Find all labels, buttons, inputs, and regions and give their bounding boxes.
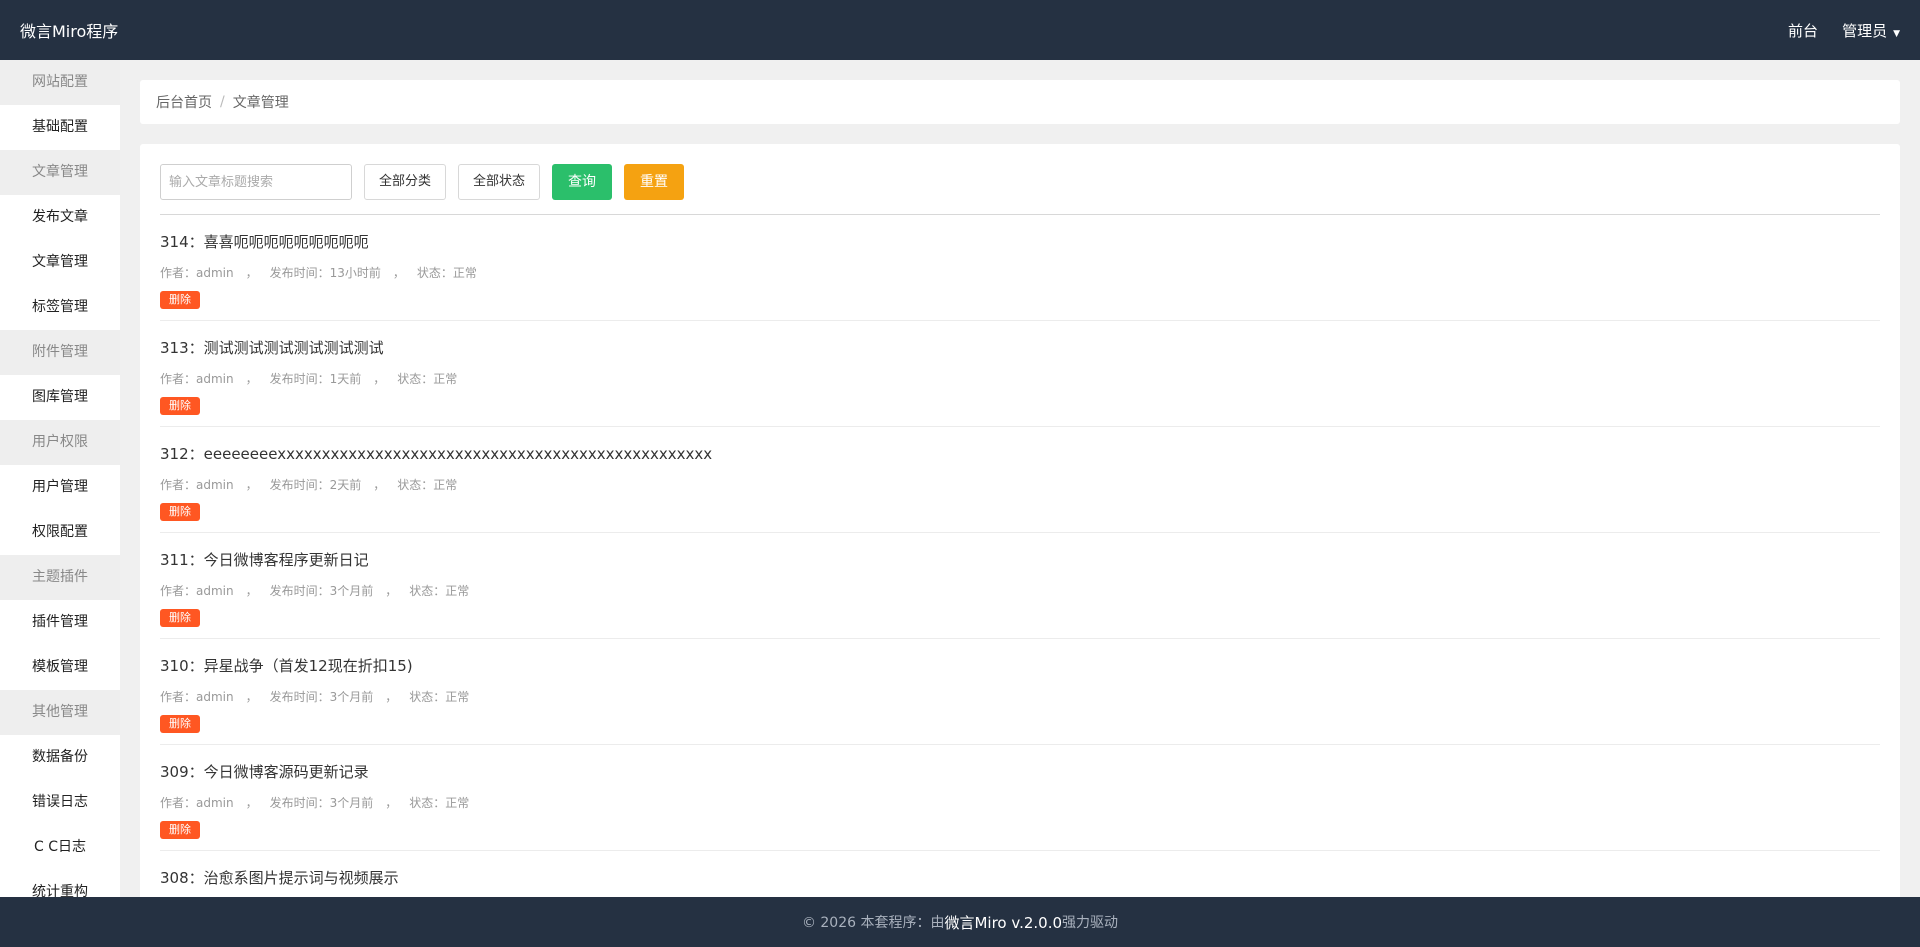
article-time: 发布时间：1天前 <box>269 372 362 386</box>
article-meta: 作者：admin ， 发布时间：2天前 ， 状态：正常 <box>160 476 1880 493</box>
article-title[interactable]: 308：治愈系图片提示词与视频展示 <box>160 867 1880 888</box>
sidebar-item[interactable]: 基础配置 <box>0 105 120 150</box>
article-row: 311：今日微博客程序更新日记作者：admin ， 发布时间：3个月前 ， 状态：正常删… <box>160 533 1880 639</box>
meta-separator: ， <box>245 796 258 810</box>
meta-separator: ， <box>245 478 258 492</box>
article-meta: 作者：admin ， 发布时间：1天前 ， 状态：正常 <box>160 370 1880 387</box>
sidebar-group-label: 主题插件 <box>0 555 120 600</box>
reset-button[interactable]: 重置 <box>624 164 685 200</box>
breadcrumb-current: 文章管理 <box>232 95 289 111</box>
article-row: 312：eeeeeeeexxxxxxxxxxxxxxxxxxxxxxxxxxxx… <box>160 427 1880 533</box>
sidebar: 网站配置 基础配置 文章管理 发布文章 文章管理 标签管理 附件管理 图库管理 用户权限 用户管理… <box>0 60 120 897</box>
article-meta: 作者：admin ， 发布时间：3个月前 ， 状态：正常 <box>160 688 1880 705</box>
article-author: 作者：admin <box>160 690 234 704</box>
meta-separator: ， <box>385 690 398 704</box>
sidebar-item[interactable]: 标签管理 <box>0 285 120 330</box>
search-input[interactable] <box>160 164 352 200</box>
article-title[interactable]: 313：测试测试测试测试测试测试 <box>160 337 1880 358</box>
breadcrumb: 后台首页 / 文章管理 <box>140 80 1900 124</box>
sidebar-item[interactable]: 统计重构 <box>0 870 120 897</box>
sidebar-group-label: 用户权限 <box>0 420 120 465</box>
footer-prefix: © 2026 本套程序：由 <box>801 915 945 931</box>
article-meta: 作者：admin ， 发布时间：3个月前 ， 状态：正常 <box>160 794 1880 811</box>
article-time: 发布时间：13小时前 <box>269 266 381 280</box>
main-content: 后台首页 / 文章管理 全部分类 全部状态 查询 重置 314：喜喜呃呃呃呃呃呃… <box>140 80 1900 904</box>
delete-button[interactable]: 删除 <box>160 291 200 309</box>
article-row: 310：异星战争（首发12现在折扣15) 作者：admin ， 发布时间：3个月前 ， 状… <box>160 639 1880 745</box>
article-time: 发布时间：3个月前 <box>269 584 374 598</box>
sidebar-item[interactable]: 用户管理 <box>0 465 120 510</box>
article-row: 314：喜喜呃呃呃呃呃呃呃呃呃作者：admin ， 发布时间：13小时前 ， 状态：正常… <box>160 215 1880 321</box>
sidebar-item[interactable]: 插件管理 <box>0 600 120 645</box>
meta-separator: ， <box>373 478 386 492</box>
sidebar-group-label: 网站配置 <box>0 60 120 105</box>
article-title[interactable]: 312：eeeeeeeexxxxxxxxxxxxxxxxxxxxxxxxxxxx… <box>160 443 1880 464</box>
article-title[interactable]: 309：今日微博客源码更新记录 <box>160 761 1880 782</box>
sidebar-item[interactable]: C C日志 <box>0 825 120 870</box>
meta-separator: ， <box>245 584 258 598</box>
query-button[interactable]: 查询 <box>552 164 613 200</box>
sidebar-item[interactable]: 错误日志 <box>0 780 120 825</box>
article-author: 作者：admin <box>160 478 234 492</box>
sidebar-item[interactable]: 发布文章 <box>0 195 120 240</box>
delete-button[interactable]: 删除 <box>160 503 200 521</box>
article-time: 发布时间：3个月前 <box>269 796 374 810</box>
article-status: 状态：正常 <box>397 372 458 386</box>
article-time: 发布时间：2天前 <box>269 478 362 492</box>
filter-toolbar: 全部分类 全部状态 查询 重置 <box>160 164 1880 215</box>
meta-separator: ， <box>373 372 386 386</box>
sidebar-group-label: 附件管理 <box>0 330 120 375</box>
article-panel: 全部分类 全部状态 查询 重置 314：喜喜呃呃呃呃呃呃呃呃呃作者：admin ，… <box>140 144 1900 904</box>
article-row: 313：测试测试测试测试测试测试作者：admin ， 发布时间：1天前 ， 状态：正常删… <box>160 321 1880 427</box>
sidebar-item[interactable]: 模板管理 <box>0 645 120 690</box>
delete-button[interactable]: 删除 <box>160 397 200 415</box>
article-row: 309：今日微博客源码更新记录作者：admin ， 发布时间：3个月前 ， 状态：正常删… <box>160 745 1880 851</box>
meta-separator: ， <box>245 690 258 704</box>
article-title[interactable]: 310：异星战争（首发12现在折扣15) <box>160 655 1880 676</box>
article-status: 状态：正常 <box>397 478 458 492</box>
article-meta: 作者：admin ， 发布时间：13小时前 ， 状态：正常 <box>160 264 1880 281</box>
category-select[interactable]: 全部分类 <box>364 164 447 200</box>
top-header: 微言Miro程序 前台 管理员 ▼ <box>0 0 1920 60</box>
delete-button[interactable]: 删除 <box>160 821 200 839</box>
top-nav: 前台 管理员 ▼ <box>1788 20 1900 41</box>
article-time: 发布时间：3个月前 <box>269 690 374 704</box>
caret-down-icon: ▼ <box>1893 28 1900 39</box>
article-author: 作者：admin <box>160 266 234 280</box>
article-status: 状态：正常 <box>409 796 470 810</box>
breadcrumb-home[interactable]: 后台首页 <box>156 92 212 112</box>
article-list: 314：喜喜呃呃呃呃呃呃呃呃呃作者：admin ， 发布时间：13小时前 ， 状态：正常… <box>160 215 1880 904</box>
breadcrumb-separator: / <box>220 94 225 110</box>
sidebar-item[interactable]: 权限配置 <box>0 510 120 555</box>
footer: © 2026 本套程序：由 微言Miro v.2.0.0 强力驱动 <box>0 897 1920 947</box>
sidebar-group-label: 其他管理 <box>0 690 120 735</box>
sidebar-item[interactable]: 图库管理 <box>0 375 120 420</box>
meta-separator: ， <box>392 266 405 280</box>
delete-button[interactable]: 删除 <box>160 609 200 627</box>
frontend-link[interactable]: 前台 <box>1788 20 1818 41</box>
article-status: 状态：正常 <box>416 266 477 280</box>
sidebar-item[interactable]: 文章管理 <box>0 240 120 285</box>
footer-suffix: 强力驱动 <box>1062 915 1119 931</box>
meta-separator: ， <box>385 584 398 598</box>
article-author: 作者：admin <box>160 372 234 386</box>
article-author: 作者：admin <box>160 796 234 810</box>
footer-product[interactable]: 微言Miro v.2.0.0 <box>944 912 1062 933</box>
sidebar-item[interactable]: 数据备份 <box>0 735 120 780</box>
sidebar-group-label: 文章管理 <box>0 150 120 195</box>
article-title[interactable]: 314：喜喜呃呃呃呃呃呃呃呃呃 <box>160 231 1880 252</box>
status-select[interactable]: 全部状态 <box>458 164 541 200</box>
meta-separator: ， <box>245 266 258 280</box>
article-status: 状态：正常 <box>409 690 470 704</box>
article-meta: 作者：admin ， 发布时间：3个月前 ， 状态：正常 <box>160 582 1880 599</box>
article-title[interactable]: 311：今日微博客程序更新日记 <box>160 549 1880 570</box>
delete-button[interactable]: 删除 <box>160 715 200 733</box>
article-author: 作者：admin <box>160 584 234 598</box>
admin-menu[interactable]: 管理员 ▼ <box>1842 20 1900 41</box>
brand-title[interactable]: 微言Miro程序 <box>20 18 118 42</box>
article-status: 状态：正常 <box>409 584 470 598</box>
meta-separator: ， <box>245 372 258 386</box>
meta-separator: ， <box>385 796 398 810</box>
admin-menu-label: 管理员 <box>1842 21 1888 40</box>
